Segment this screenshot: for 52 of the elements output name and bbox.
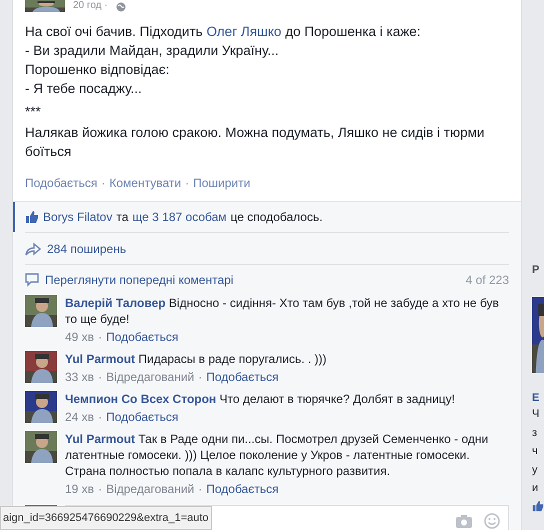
separator-dot: · [97,329,104,345]
comment-text: Yul Parmout Пидарасы в раде поругались. . ))) [65,351,328,367]
likes-text: це сподобалось. [230,209,323,226]
edited-label[interactable]: Відредагований [106,481,194,497]
likes-text: та [116,209,128,226]
camera-icon[interactable] [456,514,472,528]
comment-author[interactable]: Валерій Таловер [65,296,166,310]
comment-author[interactable]: Yul Parmout [65,352,136,366]
comment-author[interactable]: Чемпион Со Всех Сторон [65,392,216,406]
comment-text: Валерій Таловер Відносно - сидіння- Хто там був ,той не забуде а хто не був то ще буде! [65,295,500,327]
sidebar-heading: Р [532,263,540,277]
share-icon [25,242,41,256]
comment-time[interactable]: 33 хв [65,369,94,385]
sidebar-link[interactable]: E [532,391,544,405]
separator-dot: · [184,175,190,192]
separator-dot: · [197,369,204,385]
separator-dot: · [100,175,106,192]
comment-count: 4 of 223 [466,272,509,289]
shares-count[interactable]: 284 поширень [47,240,126,258]
comment-text: Yul Parmout Так в Раде одни пи...сы. Посмотрел друзей Семенченко - одни латентные гомосеки. ))) Целое поколение у Укров - латентные гомосеки. Страна полностью попала в калапс культурного развития. [65,431,490,479]
sidebar-text: Ч [532,407,540,422]
separator-dot: · [97,369,104,385]
separator-dot: · [197,481,204,497]
previous-comments-link[interactable]: Переглянути попередні коментарі [45,271,234,289]
like-link[interactable]: Подобається [206,481,279,497]
like-link[interactable]: Подобається [206,369,279,385]
sidebar-text: и [532,481,540,496]
comment-text: Чемпион Со Всех Сторон Что делают в тюрячке? Долбят в задницу! [65,391,456,407]
thumbs-up-icon [25,210,39,224]
sidebar-text: з [532,426,538,441]
thumbs-up-icon [532,500,544,512]
action-link[interactable]: Коментувати [109,174,182,192]
comment-time[interactable]: 19 хв [65,481,94,497]
sidebar-text: у [532,462,538,478]
separator-dot: · [97,481,104,497]
others-link[interactable]: ще 3 187 особам [132,208,227,226]
edited-label[interactable]: Відредагований [106,369,194,385]
liker-link[interactable]: Borys Filatov [43,208,112,226]
like-link[interactable]: Подобається [106,329,178,345]
comment-icon [25,273,39,287]
like-link[interactable]: Подобається [106,409,178,425]
profile-link[interactable]: Олег Ляшко [206,24,282,39]
url-tooltip: aign_id=366925476690229&extra_1=auto [0,506,212,530]
action-link[interactable]: Поширити [193,174,250,192]
comment-time[interactable]: 49 хв [65,329,94,345]
action-link[interactable]: Подобається [25,174,98,192]
smiley-icon[interactable] [484,513,500,529]
sidebar-text: ч [532,444,539,460]
comment-time[interactable]: 24 хв [65,409,94,425]
separator-dot: · [97,409,104,425]
comment-author[interactable]: Yul Parmout [65,432,136,446]
post-text: На свої очі бачив. Підходить Олег Ляшко до Порошенка і каже: - Ви зрадили Майдан, зрадили Україну... Порошенко відповідає: - Я тебе посаджу... *** Налякав йожика голою сракою. Можна подумать, Ляшко не сидів і тюрми боїться [24,23,486,161]
